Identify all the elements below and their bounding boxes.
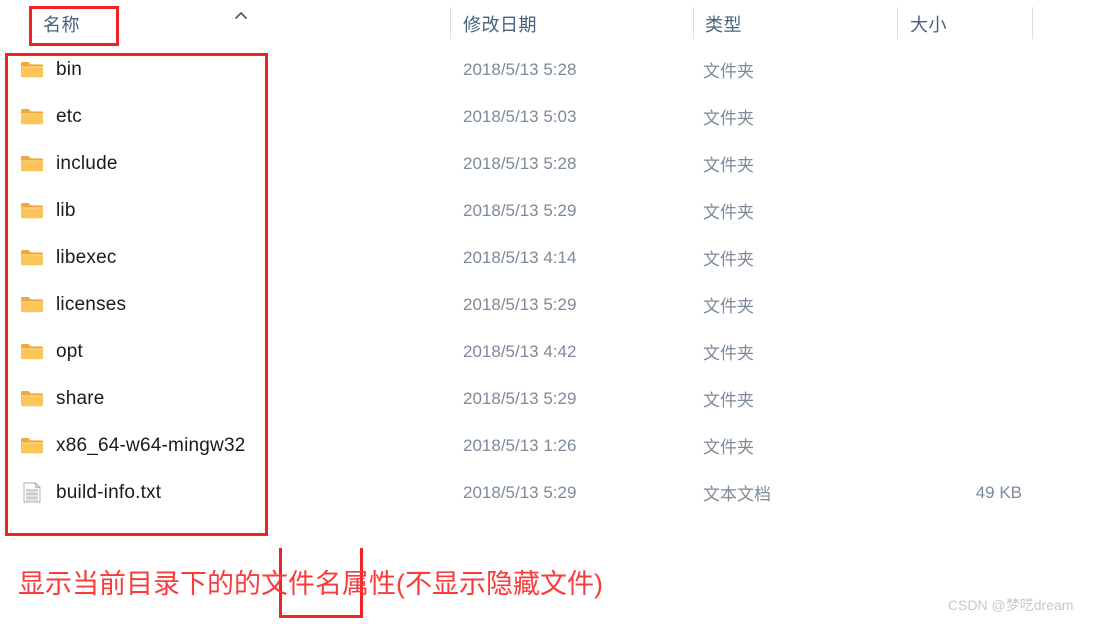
file-name-label: opt	[56, 340, 84, 362]
column-divider-end[interactable]	[1032, 7, 1033, 39]
file-size-cell	[907, 234, 1022, 281]
folder-icon	[20, 200, 44, 221]
folder-icon	[20, 388, 44, 409]
file-size-cell	[907, 422, 1022, 469]
file-type-cell: 文件夹	[703, 62, 754, 81]
file-date-cell: 2018/5/13 5:29	[463, 482, 577, 502]
file-name-label: include	[56, 152, 118, 174]
file-name-cell[interactable]: opt	[20, 328, 83, 375]
file-date-cell: 2018/5/13 4:42	[463, 341, 577, 361]
folder-icon	[20, 106, 44, 127]
watermark: CSDN @梦呓dream	[948, 597, 1074, 613]
file-size-cell	[907, 93, 1022, 140]
folder-icon	[20, 153, 44, 174]
file-row[interactable]: etc 2018/5/13 5:03 文件夹	[0, 93, 1102, 140]
file-date-cell: 2018/5/13 5:28	[463, 153, 577, 173]
file-type-cell: 文件夹	[703, 391, 754, 410]
file-name-cell[interactable]: etc	[20, 93, 82, 140]
column-header-type[interactable]: 类型	[705, 11, 742, 37]
file-row[interactable]: share 2018/5/13 5:29 文件夹	[0, 375, 1102, 422]
file-row[interactable]: x86_64-w64-mingw32 2018/5/13 1:26 文件夹	[0, 422, 1102, 469]
file-date-cell: 2018/5/13 1:26	[463, 435, 577, 455]
file-name-cell[interactable]: lib	[20, 187, 76, 234]
file-name-label: bin	[56, 58, 82, 80]
file-name-label: libexec	[56, 246, 117, 268]
file-list[interactable]: bin 2018/5/13 5:28 文件夹 etc 2018/5/13 5:03 文件夹…	[0, 46, 1102, 536]
file-name-label: share	[56, 387, 105, 409]
file-size-cell	[907, 46, 1022, 93]
file-size-cell	[907, 328, 1022, 375]
column-header-date-modified[interactable]: 修改日期	[463, 11, 537, 37]
file-row[interactable]: bin 2018/5/13 5:28 文件夹	[0, 46, 1102, 93]
file-name-cell[interactable]: build-info.txt	[20, 469, 161, 516]
file-size-cell	[907, 281, 1022, 328]
document-icon	[20, 482, 44, 503]
column-header-size[interactable]: 大小	[910, 11, 947, 37]
column-divider-date[interactable]	[450, 7, 451, 39]
file-name-cell[interactable]: libexec	[20, 234, 117, 281]
file-name-label: licenses	[56, 293, 127, 315]
file-type-cell: 文件夹	[703, 156, 754, 175]
file-name-cell[interactable]: share	[20, 375, 105, 422]
column-divider-size[interactable]	[897, 7, 898, 39]
file-name-cell[interactable]: bin	[20, 46, 82, 93]
file-name-label: lib	[56, 199, 76, 221]
file-date-cell: 2018/5/13 5:29	[463, 294, 577, 314]
column-header-bar: 名称 修改日期 类型 大小	[0, 0, 1102, 46]
file-row[interactable]: opt 2018/5/13 4:42 文件夹	[0, 328, 1102, 375]
file-date-cell: 2018/5/13 5:29	[463, 388, 577, 408]
column-header-name[interactable]: 名称	[43, 11, 80, 37]
file-type-cell: 文件夹	[703, 438, 754, 457]
file-type-cell: 文本文档	[703, 485, 771, 504]
file-date-cell: 2018/5/13 4:14	[463, 247, 577, 267]
file-size-cell	[907, 140, 1022, 187]
file-date-cell: 2018/5/13 5:03	[463, 106, 577, 126]
folder-icon	[20, 247, 44, 268]
file-type-cell: 文件夹	[703, 297, 754, 316]
folder-icon	[20, 59, 44, 80]
file-date-cell: 2018/5/13 5:29	[463, 200, 577, 220]
file-row[interactable]: build-info.txt 2018/5/13 5:29 文本文档 49 KB	[0, 469, 1102, 516]
file-size-cell: 49 KB	[975, 482, 1022, 502]
file-type-cell: 文件夹	[703, 344, 754, 363]
chevron-up-icon	[232, 9, 250, 21]
column-divider-type[interactable]	[693, 7, 694, 39]
file-type-cell: 文件夹	[703, 250, 754, 269]
folder-icon	[20, 435, 44, 456]
file-type-cell: 文件夹	[703, 203, 754, 222]
file-type-cell: 文件夹	[703, 109, 754, 128]
file-name-label: build-info.txt	[56, 481, 162, 503]
file-name-cell[interactable]: licenses	[20, 281, 126, 328]
file-name-cell[interactable]: x86_64-w64-mingw32	[20, 422, 245, 469]
file-row[interactable]: lib 2018/5/13 5:29 文件夹	[0, 187, 1102, 234]
file-name-label: etc	[56, 105, 82, 127]
file-date-cell: 2018/5/13 5:28	[463, 59, 577, 79]
folder-icon	[20, 294, 44, 315]
annotation-caption: 显示当前目录下的的文件名属性(不显示隐藏文件)	[18, 569, 603, 599]
folder-icon	[20, 341, 44, 362]
file-row[interactable]: licenses 2018/5/13 5:29 文件夹	[0, 281, 1102, 328]
file-size-cell	[907, 187, 1022, 234]
file-size-cell	[907, 375, 1022, 422]
file-name-label: x86_64-w64-mingw32	[56, 434, 246, 456]
file-row[interactable]: include 2018/5/13 5:28 文件夹	[0, 140, 1102, 187]
file-row[interactable]: libexec 2018/5/13 4:14 文件夹	[0, 234, 1102, 281]
file-name-cell[interactable]: include	[20, 140, 118, 187]
